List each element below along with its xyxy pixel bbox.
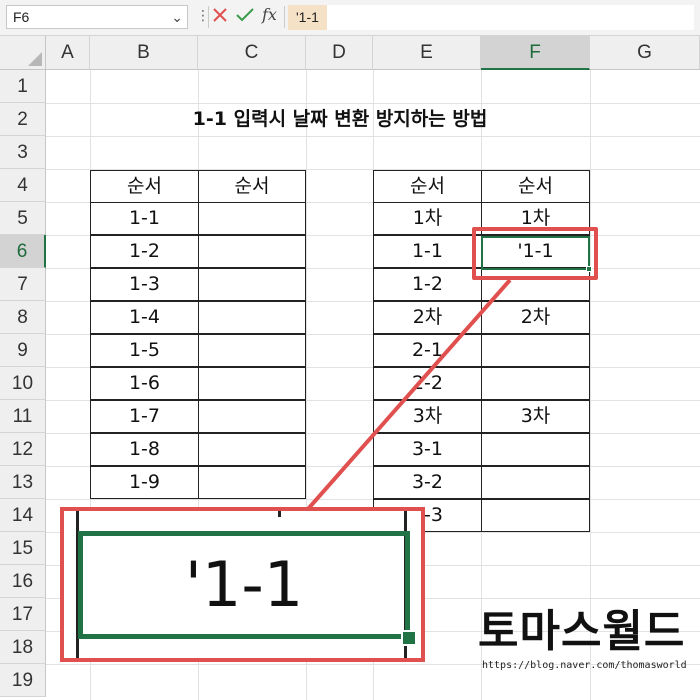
row-header-2[interactable]: 2 [0,103,46,136]
row-header-13[interactable]: 13 [0,466,46,499]
right-table-cell-e[interactable]: 3차 [373,400,482,433]
enter-check-icon[interactable] [236,8,254,27]
row-header-17[interactable]: 17 [0,598,46,631]
column-header-f[interactable]: F [481,36,590,70]
left-table-cell-b[interactable]: 1-1 [90,202,199,235]
formula-value[interactable]: '1-1 [288,5,327,30]
formula-input[interactable] [288,5,694,30]
row-header-10[interactable]: 10 [0,367,46,400]
row-header-18[interactable]: 18 [0,631,46,664]
row-header-3[interactable]: 3 [0,136,46,169]
row-header-7[interactable]: 7 [0,268,46,301]
right-table-cell-e[interactable]: 2차 [373,301,482,334]
divider [284,6,285,28]
name-box[interactable]: F6 ⌄ [6,5,188,29]
left-table-cell-c[interactable] [198,400,306,433]
row-header-12[interactable]: 12 [0,433,46,466]
row-header-14[interactable]: 14 [0,499,46,532]
zoom-callout: '1-1 [60,507,425,662]
row-header-5[interactable]: 5 [0,202,46,235]
row-header-8[interactable]: 8 [0,301,46,334]
left-table-cell-c[interactable] [198,433,306,466]
watermark-logo: 토마스월드 [478,606,686,657]
divider [208,6,209,28]
row-header-4[interactable]: 4 [0,169,46,202]
left-table-cell-b[interactable]: 1-7 [90,400,199,433]
left-table-cell-b[interactable]: 1-8 [90,433,199,466]
watermark-url: https://blog.naver.com/thomasworld [482,660,687,671]
right-table-cell-e[interactable]: 1-2 [373,268,482,301]
row-header-16[interactable]: 16 [0,565,46,598]
column-header-b[interactable]: B [90,36,198,70]
right-table-cell-f[interactable]: 2차 [481,301,590,334]
column-header-g[interactable]: G [590,36,700,70]
right-table-cell-e[interactable]: 3-1 [373,433,482,466]
right-table-cell-f[interactable]: 3차 [481,400,590,433]
zoom-fill-handle [401,630,417,646]
right-table-cell-e[interactable]: 2-2 [373,367,482,400]
gridline [46,136,700,137]
right-table-header-f[interactable]: 순서 [481,170,590,203]
right-table-cell-f[interactable] [481,499,590,532]
column-header-e[interactable]: E [373,36,481,70]
left-table-cell-c[interactable] [198,334,306,367]
column-header-c[interactable]: C [198,36,306,70]
column-header-a[interactable]: A [46,36,90,70]
left-table-cell-c[interactable] [198,202,306,235]
insert-function-icon[interactable]: fx [262,5,277,24]
left-table-cell-b[interactable]: 1-4 [90,301,199,334]
sheet-title[interactable]: 1-1 입력시 날짜 변환 방지하는 방법 [90,103,590,136]
zoom-cell: '1-1 [78,531,417,646]
row-header-15[interactable]: 15 [0,532,46,565]
zoom-gridline [278,511,281,517]
right-table-cell-f[interactable] [481,433,590,466]
right-table-cell-f[interactable] [481,334,590,367]
select-all-button[interactable] [0,36,46,70]
row-header-9[interactable]: 9 [0,334,46,367]
right-table-cell-f[interactable] [481,367,590,400]
cancel-icon[interactable] [212,7,228,28]
left-table-cell-b[interactable]: 1-5 [90,334,199,367]
left-table-cell-b[interactable]: 1-3 [90,268,199,301]
right-table-cell-e[interactable]: 1차 [373,202,482,235]
left-table-cell-b[interactable]: 1-2 [90,235,199,268]
right-table-cell-f[interactable] [481,466,590,499]
left-table-cell-c[interactable] [198,301,306,334]
highlight-box [472,227,598,280]
left-table-header-c[interactable]: 순서 [198,170,306,203]
right-table-cell-e[interactable]: 1-1 [373,235,482,268]
zoom-cell-text: '1-1 [184,548,304,621]
right-table-header-e[interactable]: 순서 [373,170,482,203]
left-table-cell-c[interactable] [198,466,306,499]
name-box-value: F6 [13,9,30,25]
left-table-cell-c[interactable] [198,367,306,400]
column-header-d[interactable]: D [306,36,373,70]
row-header-11[interactable]: 11 [0,400,46,433]
row-header-19[interactable]: 19 [0,664,46,697]
right-table-cell-e[interactable]: 3-2 [373,466,482,499]
row-header-1[interactable]: 1 [0,70,46,103]
left-table-cell-c[interactable] [198,235,306,268]
left-table-cell-b[interactable]: 1-9 [90,466,199,499]
left-table-cell-b[interactable]: 1-6 [90,367,199,400]
left-table-header-b[interactable]: 순서 [90,170,199,203]
left-table-cell-c[interactable] [198,268,306,301]
chevron-down-icon[interactable]: ⌄ [171,6,183,28]
right-table-cell-e[interactable]: 2-1 [373,334,482,367]
row-header-6[interactable]: 6 [0,235,46,268]
formula-bar: F6 ⌄ ⋮ fx '1-1 [0,0,700,36]
